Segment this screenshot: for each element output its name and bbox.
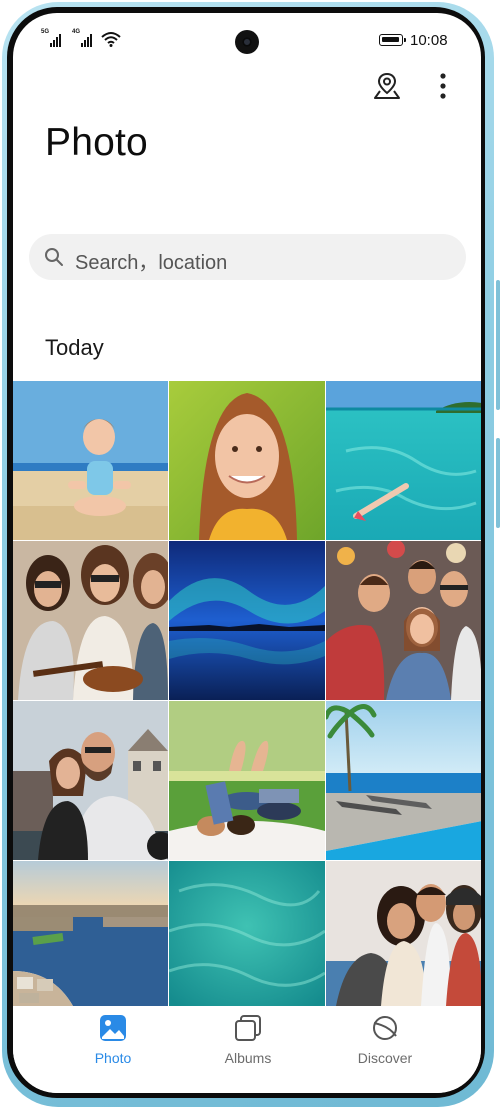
signal-2-tag: 4G: [72, 29, 81, 35]
more-vertical-icon[interactable]: [433, 70, 453, 102]
nav-item-discover[interactable]: Discover: [325, 1014, 445, 1074]
phone-device: 5G 4G 10:08 Photo Search，location Today …: [0, 0, 500, 1111]
signal-4g-icon: 4G: [72, 29, 92, 47]
screen: 5G 4G 10:08 Photo Search，location Today …: [13, 13, 481, 1093]
nav-item-albums[interactable]: Albums: [188, 1014, 308, 1074]
wifi-icon: [101, 32, 121, 47]
nav-label-photo: Photo: [94, 1050, 132, 1066]
photo-thumbnail[interactable]: [169, 541, 325, 700]
photo-thumbnail[interactable]: [326, 381, 481, 540]
nav-label-discover: Discover: [357, 1050, 413, 1066]
photo-thumbnail[interactable]: [169, 701, 325, 860]
nav-item-photo[interactable]: Photo: [53, 1014, 173, 1074]
photo-thumbnail[interactable]: [13, 701, 168, 860]
photo-thumbnail[interactable]: [13, 541, 168, 700]
photo-thumbnail[interactable]: [326, 701, 481, 860]
page-title: Photo: [45, 121, 148, 164]
battery-icon: [379, 34, 406, 46]
map-pin-icon[interactable]: [371, 70, 403, 102]
power-button: [496, 438, 500, 528]
search-input[interactable]: Search，location: [29, 234, 466, 280]
photo-thumbnail[interactable]: [13, 381, 168, 540]
status-time: 10:08: [410, 32, 448, 49]
nav-label-albums: Albums: [224, 1050, 272, 1066]
status-bar: 5G 4G 10:08: [13, 13, 481, 63]
discover-icon: [373, 1016, 397, 1040]
photo-grid: [13, 381, 481, 1006]
photo-icon: [100, 1015, 126, 1041]
photo-thumbnail[interactable]: [169, 861, 325, 1006]
signal-1-tag: 5G: [41, 29, 50, 35]
front-camera: [235, 30, 259, 54]
volume-button: [496, 280, 500, 410]
signal-5g-icon: 5G: [41, 29, 61, 47]
photo-thumbnail[interactable]: [169, 381, 325, 540]
photo-thumbnail[interactable]: [326, 861, 481, 1006]
albums-icon: [235, 1015, 261, 1041]
photo-thumbnail[interactable]: [13, 861, 168, 1006]
search-icon: [45, 248, 63, 266]
photo-thumbnail[interactable]: [326, 541, 481, 700]
bottom-nav: Photo Albums Discover: [13, 1006, 481, 1093]
search-placeholder: Search，location: [75, 252, 228, 274]
section-header-today: Today: [45, 335, 104, 360]
